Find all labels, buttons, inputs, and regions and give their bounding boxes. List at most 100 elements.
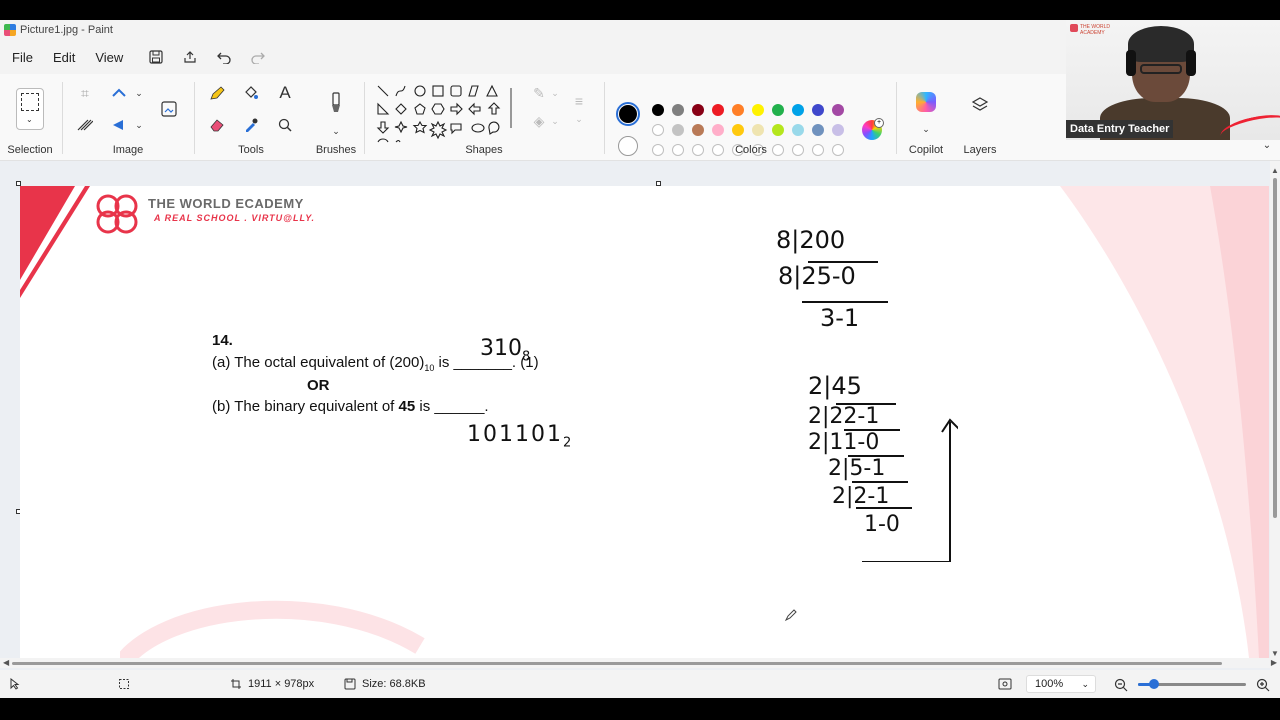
crop-icon[interactable]: ⌗ [74, 82, 96, 104]
flip-icon[interactable] [108, 114, 130, 136]
canvas-size-icon [231, 679, 241, 689]
zoom-out-button[interactable] [1114, 678, 1128, 692]
chevron-down-icon[interactable]: ⌄ [128, 114, 150, 136]
color-swatch[interactable] [772, 124, 784, 136]
undo-icon[interactable] [215, 49, 233, 65]
color-swatch[interactable] [832, 104, 844, 116]
text-icon[interactable]: A [274, 82, 296, 104]
status-bar: 1911 × 978px Size: 68.8KB 100% ⌄ [0, 670, 1280, 698]
world-academy-logo [96, 194, 138, 234]
color-swatch[interactable] [812, 104, 824, 116]
menu-view[interactable]: View [85, 50, 133, 65]
color-swatch[interactable] [652, 124, 664, 136]
binary-division-lines [836, 403, 958, 562]
image-group: ⌗ ⌄ ⌄ Image [64, 74, 192, 160]
zoom-in-icon [1256, 678, 1270, 692]
color-swatch[interactable] [752, 124, 764, 136]
scroll-down-icon[interactable]: ▼ [1271, 649, 1279, 658]
separator [194, 82, 195, 154]
resize-icon[interactable] [108, 82, 130, 104]
layers-label: Layers [963, 144, 997, 156]
top-black-bar [0, 0, 1280, 20]
answer-b-base: 2 [562, 435, 574, 451]
magnifier-icon[interactable] [274, 114, 296, 136]
zoom-slider-thumb[interactable] [1149, 679, 1159, 689]
color-swatch[interactable] [692, 104, 704, 116]
save-icon[interactable] [147, 49, 165, 65]
octal-division-lines [802, 261, 888, 303]
selection-icon[interactable]: ⌄ [16, 88, 44, 130]
menu-file[interactable]: File [2, 50, 43, 65]
fit-window-icon [998, 678, 1012, 690]
color-swatch[interactable] [832, 124, 844, 136]
menu-edit[interactable]: Edit [43, 50, 85, 65]
fit-to-window-button[interactable] [998, 678, 1012, 690]
color-swatch[interactable] [792, 104, 804, 116]
answer-a-base: 8 [522, 349, 531, 365]
separator [62, 82, 63, 154]
copilot-icon[interactable] [916, 92, 936, 112]
webcam-overlay: THE WORLD ACADEMY Data Entry Teacher [1066, 20, 1280, 140]
chevron-down-icon[interactable]: ⌄ [568, 108, 590, 130]
shapes-gallery[interactable] [374, 82, 514, 146]
color-swatch[interactable] [692, 124, 704, 136]
question-number: 14. [212, 332, 233, 349]
layers-icon[interactable] [969, 94, 991, 116]
zoom-select[interactable]: 100% ⌄ [1026, 675, 1096, 693]
webcam-logo-icon [1070, 24, 1078, 32]
selection-label: Selection [7, 144, 53, 156]
select-all-icon[interactable] [74, 114, 96, 136]
color-swatch[interactable] [672, 104, 684, 116]
vertical-scrollbar[interactable]: ▲ ▼ [1270, 166, 1280, 658]
selection-size [118, 678, 130, 690]
color-swatch[interactable] [792, 124, 804, 136]
fill-bucket-icon[interactable] [240, 82, 262, 104]
question-a-text: (a) The octal equivalent of (200) [212, 354, 425, 371]
horizontal-scrollbar[interactable]: ◀ ▶ [0, 658, 1280, 668]
layers-group: Layers [954, 74, 1006, 160]
brush-icon[interactable] [325, 92, 347, 114]
zoom-in-button[interactable] [1256, 678, 1270, 692]
scroll-right-icon[interactable]: ▶ [1271, 658, 1277, 667]
pointer-position [10, 678, 20, 690]
file-size-text: Size: 68.8KB [362, 678, 426, 690]
image-rotate-icon[interactable] [158, 98, 180, 120]
redo-icon[interactable] [249, 49, 267, 65]
chevron-down-icon[interactable]: ⌄ [544, 82, 566, 104]
canvas-dimensions: 1911 × 978px [230, 678, 314, 690]
separator [896, 82, 897, 154]
chevron-down-icon[interactable]: ⌄ [325, 120, 347, 142]
brushes-label: Brushes [315, 144, 357, 156]
color-swatch[interactable] [772, 104, 784, 116]
scroll-up-icon[interactable]: ▲ [1271, 166, 1279, 175]
canvas-dimensions-text: 1911 × 978px [248, 678, 315, 690]
pencil-icon[interactable] [206, 82, 228, 104]
scroll-left-icon[interactable]: ◀ [3, 658, 9, 667]
share-icon[interactable] [181, 49, 199, 65]
window-title: Picture1.jpg - Paint [20, 24, 113, 36]
horizontal-scroll-thumb[interactable] [12, 662, 1222, 665]
color-picker-icon[interactable] [240, 114, 262, 136]
image-canvas[interactable]: THE WORLD ECADEMY A REAL SCHOOL . VIRTU@… [20, 186, 1269, 658]
edit-colors-icon[interactable]: + [862, 118, 884, 140]
color-swatch[interactable] [712, 104, 724, 116]
vertical-scroll-thumb[interactable] [1273, 178, 1277, 518]
eraser-icon[interactable] [206, 114, 228, 136]
brushes-group: ⌄ Brushes [310, 74, 362, 160]
color-swatch[interactable] [652, 104, 664, 116]
shapes-scrollbar[interactable] [510, 88, 512, 128]
zoom-slider[interactable] [1138, 679, 1246, 689]
chevron-down-icon[interactable]: ⌄ [128, 82, 150, 104]
color-swatch[interactable] [712, 124, 724, 136]
answer-b: 1011012 [467, 422, 573, 450]
color-swatch[interactable] [812, 124, 824, 136]
selection-size-icon [119, 679, 129, 689]
color-swatch[interactable] [672, 124, 684, 136]
chevron-down-icon[interactable]: ⌄ [915, 118, 937, 140]
color-swatch[interactable] [752, 104, 764, 116]
chevron-down-icon[interactable]: ⌄ [544, 110, 566, 132]
color-swatch[interactable] [732, 104, 744, 116]
color-swatch[interactable] [732, 124, 744, 136]
pen-cursor-icon [784, 609, 797, 622]
tools-label: Tools [238, 144, 264, 156]
